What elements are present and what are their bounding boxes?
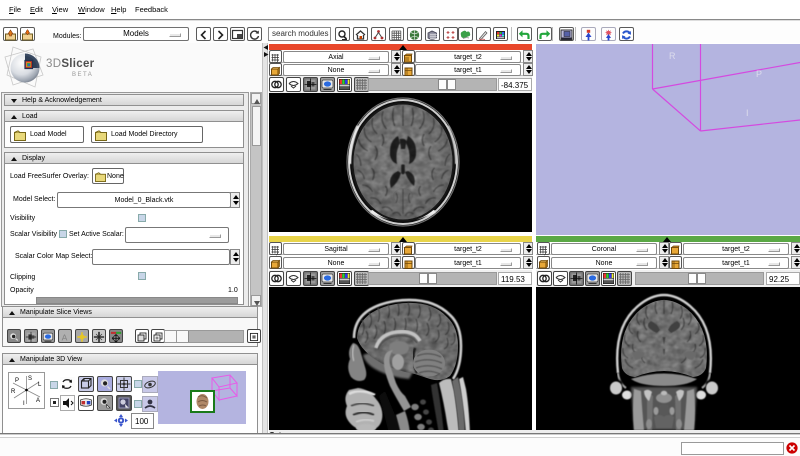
svg-text:S: S <box>28 376 32 382</box>
svg-text:P: P <box>756 69 762 79</box>
svg-text:R: R <box>11 389 16 395</box>
svg-text:L: L <box>38 382 42 388</box>
svg-text:I: I <box>23 401 25 407</box>
svg-text:A: A <box>36 398 40 404</box>
svg-text:I: I <box>746 108 749 118</box>
svg-text:A: A <box>62 332 68 342</box>
svg-text:P: P <box>15 378 19 384</box>
svg-text:R: R <box>669 51 676 61</box>
